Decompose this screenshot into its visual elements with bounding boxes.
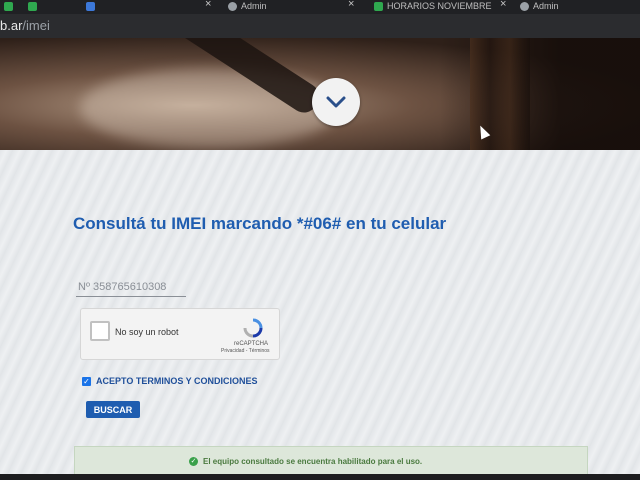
hero-banner [0,38,640,150]
browser-tab[interactable] [4,0,13,12]
sheets-icon [4,1,13,11]
close-icon[interactable]: × [205,0,211,10]
browser-tab-strip: × Admin × HORARIOS NOVIEMBRE × Admin [0,0,640,14]
url-host: b.ar [0,18,23,33]
result-message: El equipo consultado se encuentra habili… [203,457,423,466]
sheets-icon [28,1,37,11]
imei-input[interactable]: Nº 358765610308 [76,281,186,297]
browser-tab-admin[interactable]: Admin [228,0,267,12]
url-text[interactable]: b.ar/imei [0,18,50,33]
recaptcha-terms-link[interactable]: Privacidad - Términos [221,348,270,354]
close-icon[interactable]: × [348,0,354,10]
browser-tab[interactable] [86,0,95,12]
url-path: /imei [22,18,50,33]
recaptcha-brand: reCAPTCHA [233,341,268,347]
terms-checkbox[interactable]: ✓ [82,376,91,386]
globe-icon [520,1,529,11]
close-icon[interactable]: × [500,0,506,10]
address-bar[interactable]: b.ar/imei [0,14,640,38]
check-circle-icon: ✓ [189,457,198,466]
sheets-icon [374,1,383,11]
tab-label: Admin [241,1,267,11]
chevron-down-icon [326,96,346,108]
recaptcha-checkbox[interactable] [90,321,110,341]
recaptcha-widget: No soy un robot reCAPTCHA Privacidad - T… [80,308,280,360]
search-button[interactable]: BUSCAR [86,401,140,418]
hero-image [440,38,640,150]
tab-label: Admin [533,1,559,11]
recaptcha-label: No soy un robot [115,327,179,337]
taskbar [0,474,640,480]
scroll-down-button[interactable] [312,78,360,126]
tab-label: HORARIOS NOVIEMBRE [387,1,492,11]
terms-label: ACEPTO TERMINOS Y CONDICIONES [96,376,258,386]
browser-tab-horarios[interactable]: HORARIOS NOVIEMBRE [374,0,492,12]
terms-row[interactable]: ✓ ACEPTO TERMINOS Y CONDICIONES [82,376,258,386]
imei-check-section: Consultá tu IMEI marcando *#06# en tu ce… [0,150,640,480]
globe-icon [228,1,237,11]
recaptcha-logo-icon [243,318,263,338]
page-title: Consultá tu IMEI marcando *#06# en tu ce… [73,214,447,233]
browser-tab[interactable] [28,0,37,12]
browser-tab-admin[interactable]: Admin [520,0,559,12]
docs-icon [86,1,95,11]
